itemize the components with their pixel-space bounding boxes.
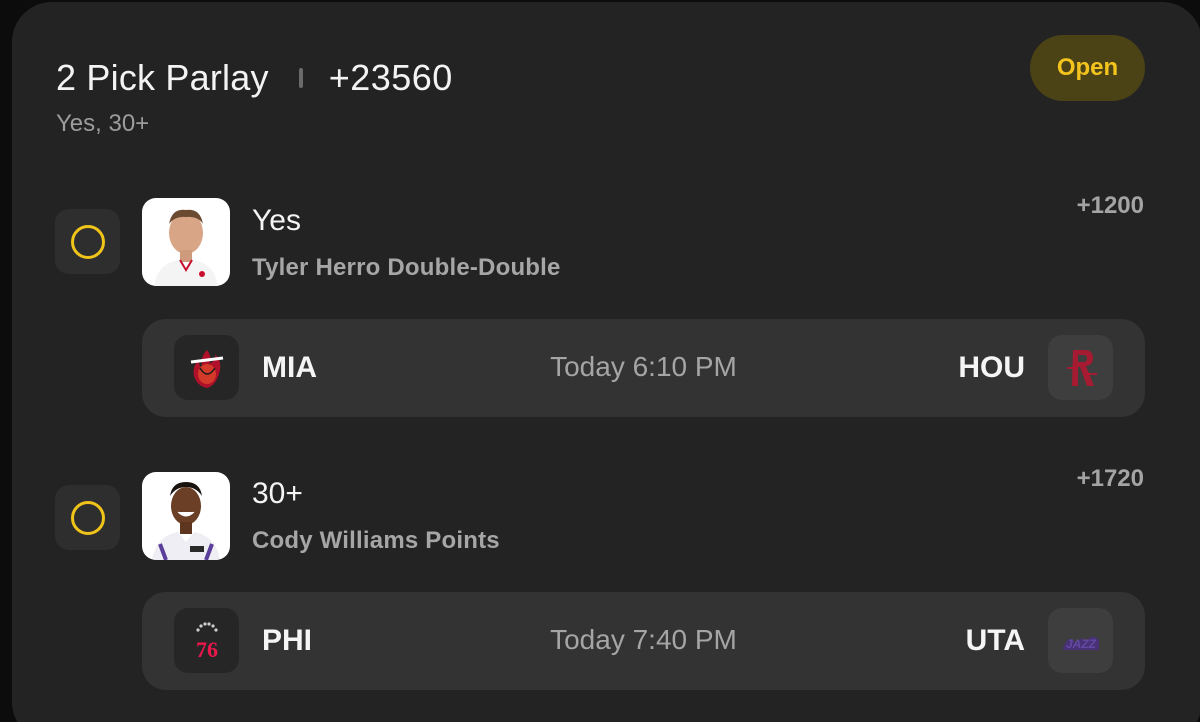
home-team: UTA bbox=[965, 624, 1025, 657]
parlay-summary: Yes, 30+ bbox=[56, 110, 150, 137]
player-avatar bbox=[142, 198, 230, 286]
leg-status-indicator bbox=[55, 209, 120, 274]
parlay-card[interactable]: 2 Pick Parlay +23560 Yes, 30+ Open Yes T… bbox=[12, 2, 1200, 722]
pick-label: 30+ bbox=[252, 477, 303, 510]
parlay-leg[interactable]: Yes Tyler Herro Double-Double +1200 MIA … bbox=[12, 192, 1200, 428]
svg-text:JAZZ: JAZZ bbox=[1066, 637, 1097, 651]
leg-odds: +1200 bbox=[1076, 192, 1144, 219]
player-avatar bbox=[142, 472, 230, 560]
status-badge: Open bbox=[1030, 35, 1145, 101]
leg-odds: +1720 bbox=[1076, 465, 1144, 492]
market-label: Cody Williams Points bbox=[252, 527, 500, 554]
game-matchup[interactable]: 76 PHI Today 7:40 PM UTA JAZZ bbox=[142, 592, 1145, 690]
parlay-header: 2 Pick Parlay +23560 bbox=[56, 57, 453, 99]
pick-label: Yes bbox=[252, 204, 301, 237]
rockets-logo-icon bbox=[1066, 349, 1097, 386]
leg-status-indicator bbox=[55, 485, 120, 550]
home-team: HOU bbox=[958, 351, 1025, 384]
player-photo-icon bbox=[142, 472, 230, 560]
home-team-logo: JAZZ bbox=[1048, 608, 1113, 673]
parlay-title: 2 Pick Parlay bbox=[56, 57, 269, 98]
game-matchup[interactable]: MIA Today 6:10 PM HOU bbox=[142, 319, 1145, 417]
parlay-leg[interactable]: 30+ Cody Williams Points +1720 76 PHI To… bbox=[12, 465, 1200, 701]
market-label: Tyler Herro Double-Double bbox=[252, 254, 561, 281]
parlay-odds: +23560 bbox=[328, 57, 453, 98]
pending-circle-icon bbox=[70, 224, 105, 259]
home-team-logo bbox=[1048, 335, 1113, 400]
jazz-logo-icon: JAZZ bbox=[1062, 635, 1099, 651]
pending-circle-icon bbox=[70, 500, 105, 535]
header-divider bbox=[298, 68, 303, 88]
player-photo-icon bbox=[142, 198, 230, 286]
